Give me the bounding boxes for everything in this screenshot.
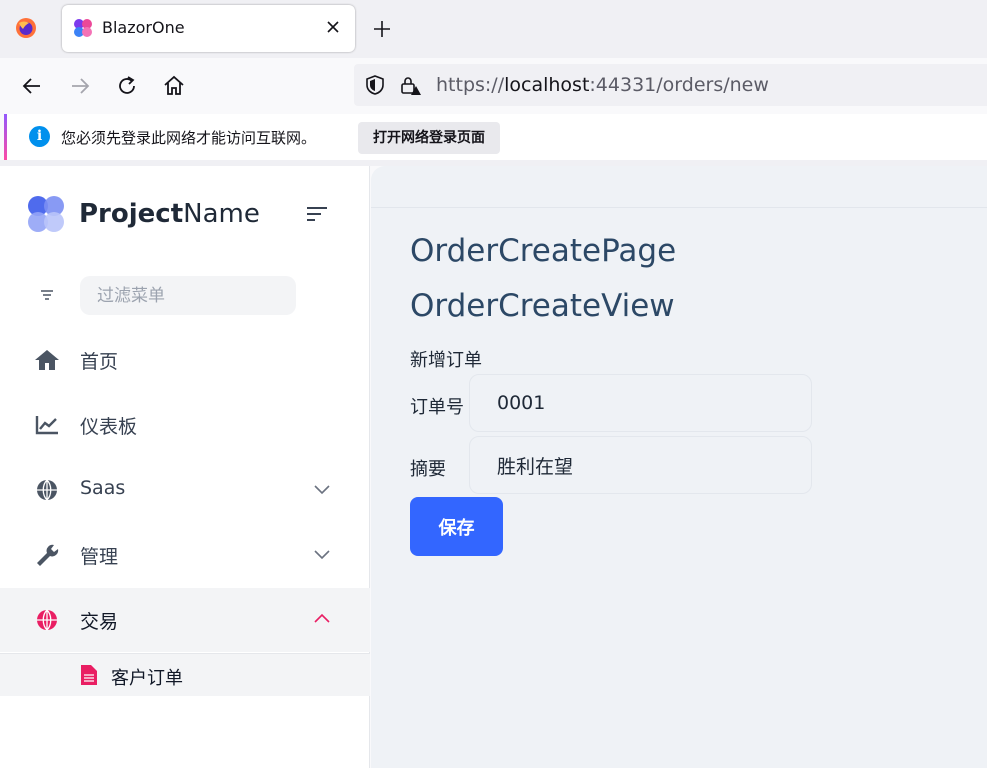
menu-item-label: 管理 xyxy=(80,546,119,568)
main-topbar xyxy=(371,166,987,208)
view-title: OrderCreateView xyxy=(410,288,675,324)
menu-item-dashboard[interactable]: 仪表板 xyxy=(0,393,370,457)
form-title: 新增订单 xyxy=(410,350,482,371)
browser-tab[interactable]: BlazorOne xyxy=(62,5,355,52)
submenu-item-label: 客户订单 xyxy=(111,668,183,689)
summary-input[interactable] xyxy=(469,436,812,494)
new-tab-icon[interactable] xyxy=(371,18,393,40)
menu-item-label: 仪表板 xyxy=(80,416,138,438)
home-icon[interactable] xyxy=(160,72,188,100)
info-icon: i xyxy=(29,126,50,147)
url-text[interactable]: https://localhost:44331/orders/new xyxy=(436,74,769,96)
menu-item-label: 交易 xyxy=(80,611,119,633)
tab-title: BlazorOne xyxy=(102,18,185,37)
order-number-input[interactable] xyxy=(469,374,812,432)
order-number-label: 订单号 xyxy=(410,397,464,418)
filter-icon xyxy=(41,290,53,300)
menu-item-label: 首页 xyxy=(80,351,119,373)
submenu-item-customer-orders[interactable]: 客户订单 xyxy=(0,653,370,696)
sidebar-toggle-icon[interactable] xyxy=(305,204,329,224)
menu-filter-input[interactable] xyxy=(80,276,296,315)
wrench-icon xyxy=(37,544,59,566)
chevron-down-icon xyxy=(314,550,330,560)
sidebar: ProjectName 首页 仪表板 Saas xyxy=(0,166,370,768)
captive-portal-notification: i 您必须先登录此网络才能访问互联网。 打开网络登录页面 xyxy=(4,114,987,160)
blazor-favicon-icon xyxy=(74,19,92,37)
save-button[interactable]: 保存 xyxy=(410,497,503,556)
chevron-up-icon xyxy=(314,613,330,623)
menu-item-label: Saas xyxy=(80,477,126,499)
menu-item-trade[interactable]: 交易 xyxy=(0,588,370,652)
lock-warning-icon[interactable] xyxy=(399,74,421,96)
brand-name[interactable]: ProjectName xyxy=(79,199,260,229)
reload-icon[interactable] xyxy=(113,72,141,100)
menu-item-admin[interactable]: 管理 xyxy=(0,523,370,587)
forward-icon[interactable] xyxy=(66,72,94,100)
browser-nav-bar: https://localhost:44331/orders/new xyxy=(0,58,987,114)
url-bar[interactable]: https://localhost:44331/orders/new xyxy=(354,64,987,106)
menu-item-home[interactable]: 首页 xyxy=(0,328,370,392)
browser-tab-strip: BlazorOne xyxy=(0,0,987,58)
close-tab-icon[interactable] xyxy=(323,17,343,37)
open-login-page-button[interactable]: 打开网络登录页面 xyxy=(358,122,500,154)
home-icon xyxy=(35,350,59,370)
globe-icon xyxy=(37,609,57,631)
chevron-down-icon xyxy=(314,485,330,495)
firefox-icon[interactable] xyxy=(15,17,37,39)
chart-line-icon xyxy=(35,416,58,435)
menu-item-saas[interactable]: Saas xyxy=(0,458,370,522)
main-content: OrderCreatePage OrderCreateView 新增订单 订单号… xyxy=(371,166,987,768)
file-icon xyxy=(81,665,97,685)
shield-icon[interactable] xyxy=(364,74,386,96)
back-icon[interactable] xyxy=(18,72,46,100)
brand-logo-icon xyxy=(28,196,64,232)
notification-message: 您必须先登录此网络才能访问互联网。 xyxy=(61,129,317,147)
page-title: OrderCreatePage xyxy=(410,233,677,269)
summary-label: 摘要 xyxy=(410,459,446,480)
globe-icon xyxy=(37,479,57,501)
